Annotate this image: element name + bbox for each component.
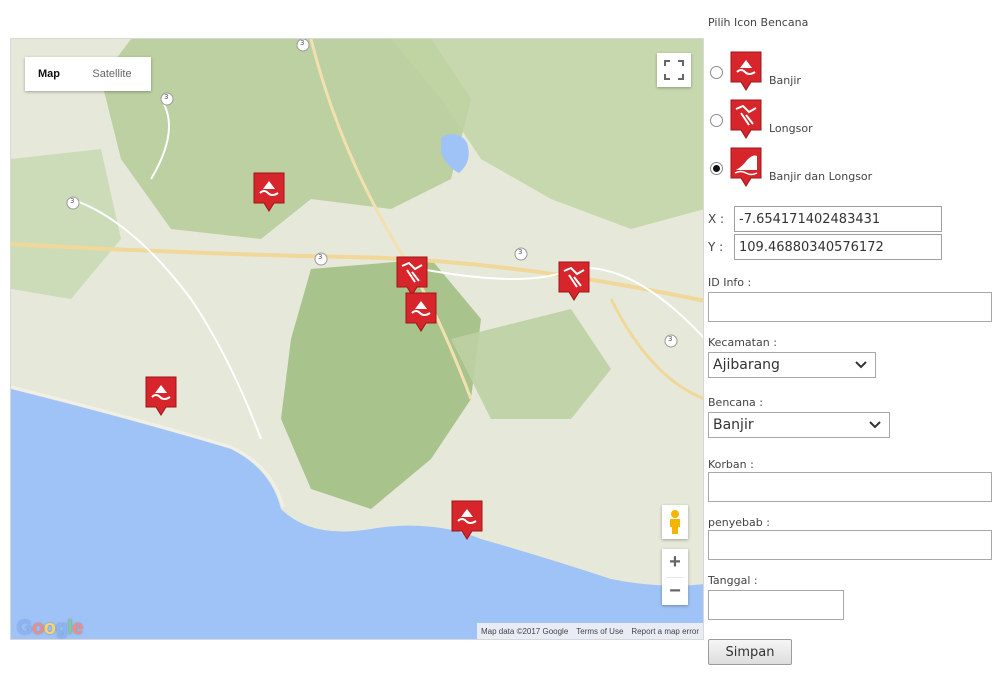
flood-icon <box>405 292 437 332</box>
tanggal-input[interactable] <box>708 590 844 620</box>
report-map-error-link[interactable]: Report a map error <box>631 627 699 636</box>
icon-option-banjir[interactable]: Banjir <box>710 50 801 94</box>
google-logo: Google <box>17 617 83 639</box>
map-type-control: Map Satellite <box>25 57 151 91</box>
korban-input[interactable] <box>708 472 992 502</box>
chevron-down-icon <box>855 361 867 369</box>
street-view-pegman[interactable] <box>662 505 688 539</box>
flood-icon <box>253 172 285 212</box>
marker-banjir-3[interactable] <box>144 375 178 419</box>
coordinate-x-row: X : <box>708 206 942 232</box>
disaster-form-panel: Pilih Icon Bencana Banjir Longsor Banjir… <box>706 0 992 674</box>
pegman-icon <box>670 510 680 534</box>
marker-banjir-2[interactable] <box>404 291 438 335</box>
marker-longsor-2[interactable] <box>557 260 591 304</box>
tanggal-label: Tanggal : <box>708 574 758 587</box>
y-coordinate-input[interactable] <box>734 234 942 260</box>
bencana-select[interactable]: Banjir <box>708 412 890 438</box>
flood-icon <box>145 376 177 416</box>
flood-landslide-icon <box>730 147 762 187</box>
x-coordinate-input[interactable] <box>734 206 942 232</box>
road-badge: 3 <box>668 335 673 343</box>
zoom-out-button[interactable]: − <box>662 578 688 606</box>
korban-label: Korban : <box>708 458 754 471</box>
icon-picker-title: Pilih Icon Bencana <box>708 16 809 29</box>
flood-icon <box>730 51 762 91</box>
map-terrain <box>11 39 703 639</box>
option-label-longsor: Longsor <box>769 121 813 135</box>
option-label-banjir: Banjir <box>769 73 801 87</box>
id-info-label: ID Info : <box>708 276 752 289</box>
penyebab-input[interactable] <box>708 530 992 560</box>
marker-banjir-4[interactable] <box>450 499 484 543</box>
option-label-banjir-dan-longsor: Banjir dan Longsor <box>769 169 873 183</box>
map-attribution: Map data ©2017 Google Terms of Use Repor… <box>476 623 703 639</box>
flood-icon <box>451 500 483 540</box>
road-badge: 3 <box>318 253 323 261</box>
map-canvas[interactable]: 3 3 3 3 3 3 Map Satellite + − Google Map… <box>10 38 704 640</box>
landslide-icon <box>558 261 590 301</box>
landslide-icon <box>730 99 762 139</box>
bencana-label: Bencana : <box>708 396 763 409</box>
road-badge: 3 <box>518 248 523 256</box>
terms-of-use-link[interactable]: Terms of Use <box>576 627 623 636</box>
road-badge: 3 <box>164 93 169 101</box>
road-badge: 3 <box>300 39 305 47</box>
bencana-selected-value: Banjir <box>713 417 754 433</box>
icon-option-longsor[interactable]: Longsor <box>710 98 813 142</box>
zoom-control: + − <box>662 549 688 605</box>
chevron-down-icon <box>869 421 881 429</box>
id-info-input[interactable] <box>708 292 992 322</box>
zoom-in-button[interactable]: + <box>662 549 688 577</box>
road-badge: 3 <box>70 197 75 205</box>
kecamatan-selected-value: Ajibarang <box>713 357 780 373</box>
kecamatan-label: Kecamatan : <box>708 336 777 349</box>
y-label: Y : <box>708 240 724 254</box>
radio-banjir[interactable] <box>710 65 723 79</box>
penyebab-label: penyebab : <box>708 516 770 529</box>
radio-banjir-dan-longsor[interactable] <box>710 161 723 175</box>
radio-longsor[interactable] <box>710 113 723 127</box>
simpan-button[interactable]: Simpan <box>708 639 792 665</box>
fullscreen-icon <box>664 60 684 80</box>
coordinate-y-row: Y : <box>708 234 942 260</box>
map-data-credit: Map data ©2017 Google <box>480 626 569 636</box>
fullscreen-button[interactable] <box>657 53 691 87</box>
marker-banjir-1[interactable] <box>252 171 286 215</box>
kecamatan-select[interactable]: Ajibarang <box>708 352 876 378</box>
map-view-button[interactable]: Map <box>25 57 73 91</box>
satellite-view-button[interactable]: Satellite <box>73 57 151 91</box>
x-label: X : <box>708 212 725 226</box>
icon-option-banjir-dan-longsor[interactable]: Banjir dan Longsor <box>710 146 872 190</box>
